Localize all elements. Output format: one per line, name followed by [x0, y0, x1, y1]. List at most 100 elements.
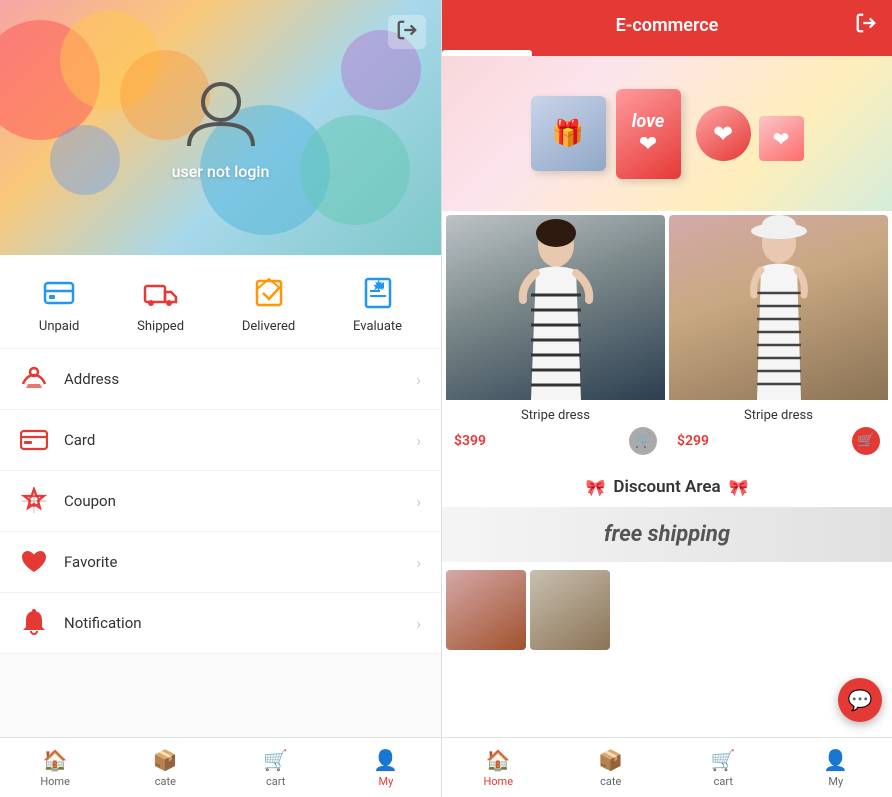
cart-icon: 🛒 [263, 748, 288, 772]
coupon-label: Coupon [64, 492, 416, 510]
home-icon: 🏠 [43, 748, 68, 772]
cate-icon: 📦 [153, 748, 178, 772]
thumbnail-2 [530, 570, 610, 650]
right-my-label: My [828, 775, 843, 788]
favorite-icon [20, 548, 48, 576]
gift-1: 🎁 [531, 96, 606, 171]
favorite-label: Favorite [64, 553, 416, 571]
product-image-2 [669, 215, 888, 400]
right-cate-icon: 📦 [598, 748, 623, 772]
order-item-shipped[interactable]: Shipped [137, 273, 184, 334]
notification-label: Notification [64, 614, 416, 632]
order-item-unpaid[interactable]: Unpaid [39, 273, 79, 334]
avatar-icon [181, 74, 261, 154]
menu-item-notification[interactable]: Notification › [0, 593, 441, 654]
discount-title: Discount Area [613, 477, 720, 497]
order-row: Unpaid Shipped De [0, 255, 441, 349]
product-info-2: Stripe dress $299 🛒 [669, 400, 888, 463]
menu-list: Address › Card › [0, 349, 441, 737]
right-exit-button[interactable] [855, 12, 877, 39]
delivered-label: Delivered [242, 319, 295, 334]
card-label: Card [64, 431, 416, 449]
add-to-cart-2[interactable]: 🛒 [852, 427, 880, 455]
card-icon [20, 426, 48, 454]
thumbnail-row [442, 566, 892, 654]
circle-7 [50, 125, 120, 195]
evaluate-label: Evaluate [353, 319, 402, 334]
coupon-icon [20, 487, 48, 515]
discount-icon-right: 🎀 [729, 478, 749, 497]
menu-item-address[interactable]: Address › [0, 349, 441, 410]
product-card-2[interactable]: Stripe dress $299 🛒 [669, 215, 888, 463]
chat-fab-button[interactable]: 💬 [838, 678, 882, 722]
left-bottom-nav: 🏠 Home 📦 cate 🛒 cart 👤 My [0, 737, 441, 797]
user-status-label: user not login [172, 162, 270, 181]
gift-2: love ❤ [616, 89, 681, 179]
order-item-delivered[interactable]: Delivered [242, 273, 295, 334]
home-label: Home [40, 775, 70, 788]
avatar-container: user not login [172, 74, 270, 181]
product-price-row-1: $399 🛒 [454, 427, 657, 455]
right-header: E-commerce [442, 0, 892, 50]
right-cart-icon: 🛒 [711, 748, 736, 772]
address-label: Address [64, 370, 416, 388]
left-panel: user not login Unpaid [0, 0, 442, 797]
menu-item-card[interactable]: Card › [0, 410, 441, 471]
discount-section: 🎀 Discount Area 🎀 [442, 467, 892, 507]
right-home-icon: 🏠 [486, 748, 511, 772]
left-nav-cart[interactable]: 🛒 cart [221, 738, 331, 797]
right-nav-cart[interactable]: 🛒 cart [667, 738, 780, 797]
cate-label: cate [155, 775, 176, 788]
delivered-icon [249, 273, 289, 313]
notification-chevron: › [416, 614, 421, 633]
right-nav-home[interactable]: 🏠 Home [442, 738, 555, 797]
my-label: My [378, 775, 393, 788]
product-name-1: Stripe dress [454, 408, 657, 423]
right-wrapper: E-commerce [442, 0, 892, 797]
product-price-row-2: $299 🛒 [677, 427, 880, 455]
discount-icon-left: 🎀 [585, 478, 605, 497]
menu-item-favorite[interactable]: Favorite › [0, 532, 441, 593]
right-cart-label: cart [714, 775, 733, 788]
right-header-title: E-commerce [616, 15, 719, 36]
circle-5 [300, 115, 410, 225]
right-bottom-nav: 🏠 Home 📦 cate 🛒 cart 👤 My [442, 737, 892, 797]
heart-gift: ❤ [696, 106, 751, 161]
menu-item-coupon[interactable]: Coupon › [0, 471, 441, 532]
free-shipping-banner: free shipping [442, 507, 892, 562]
order-item-evaluate[interactable]: Evaluate [353, 273, 402, 334]
right-content: 🎁 love ❤ ❤ [442, 56, 892, 737]
left-nav-home[interactable]: 🏠 Home [0, 738, 110, 797]
product-info-1: Stripe dress $399 🛒 [446, 400, 665, 463]
evaluate-icon [358, 273, 398, 313]
my-icon: 👤 [373, 748, 398, 772]
notification-icon [20, 609, 48, 637]
banner-image: 🎁 love ❤ ❤ [442, 56, 892, 211]
shipped-icon [141, 273, 181, 313]
unpaid-icon [39, 273, 79, 313]
right-my-icon: 👤 [823, 748, 848, 772]
right-nav-my[interactable]: 👤 My [780, 738, 892, 797]
address-icon [20, 365, 48, 393]
right-home-label: Home [483, 775, 513, 788]
shipped-label: Shipped [137, 319, 184, 334]
left-header: user not login [0, 0, 441, 255]
product-price-1: $399 [454, 433, 486, 449]
product-name-2: Stripe dress [677, 408, 880, 423]
card-chevron: › [416, 431, 421, 450]
product-image-1 [446, 215, 665, 400]
unpaid-label: Unpaid [39, 319, 79, 334]
right-cate-label: cate [600, 775, 621, 788]
left-nav-cate[interactable]: 📦 cate [110, 738, 220, 797]
right-nav-cate[interactable]: 📦 cate [555, 738, 668, 797]
address-chevron: › [416, 370, 421, 389]
add-to-cart-1[interactable]: 🛒 [629, 427, 657, 455]
product-card-1[interactable]: Stripe dress $399 🛒 [446, 215, 665, 463]
left-nav-my[interactable]: 👤 My [331, 738, 441, 797]
mini-heart: ❤ [759, 116, 804, 161]
cart-label: cart [266, 775, 285, 788]
thumbnail-1 [446, 570, 526, 650]
product-price-2: $299 [677, 433, 709, 449]
favorite-chevron: › [416, 553, 421, 572]
login-exit-button[interactable] [388, 15, 426, 49]
